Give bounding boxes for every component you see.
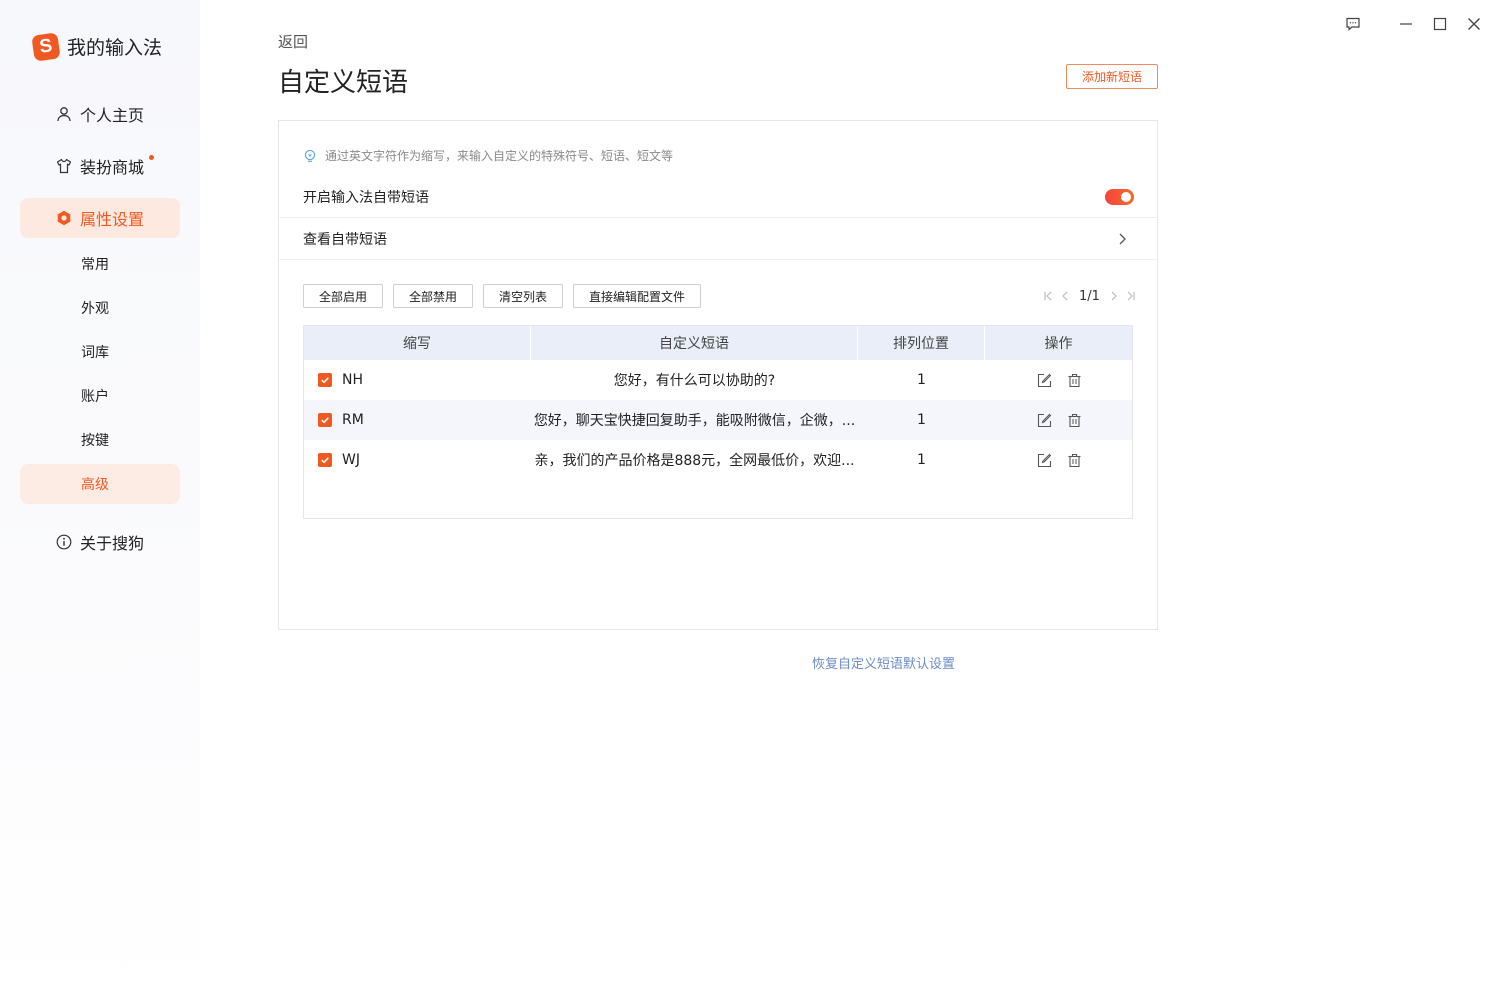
minimize-icon (1400, 23, 1412, 25)
edit-button[interactable] (1035, 451, 1053, 469)
row-position: 1 (917, 412, 926, 428)
edit-button[interactable] (1035, 371, 1053, 389)
row-phrase: 您好，有什么可以协助的? (613, 373, 776, 389)
maximize-button[interactable] (1430, 14, 1450, 34)
sidebar-subitem-appearance[interactable]: 外观 (20, 288, 180, 328)
user-icon (57, 107, 71, 122)
trash-icon (1068, 373, 1080, 387)
delete-button[interactable] (1065, 451, 1083, 469)
row-checkbox[interactable] (318, 413, 332, 427)
row-phrase: 您好，聊天宝快捷回复助手，能吸附微信，企微，... (533, 413, 856, 429)
sidebar-item-settings[interactable]: 属性设置 (20, 198, 180, 238)
sidebar-item-label: 装扮商城 (80, 158, 145, 177)
sidebar-subitem-account[interactable]: 账户 (20, 376, 180, 416)
back-link[interactable]: 返回 (278, 31, 308, 52)
sidebar-item-profile[interactable]: 个人主页 (20, 94, 180, 134)
first-page-icon (1044, 291, 1052, 301)
col-header-phrase: 自定义短语 (531, 326, 858, 360)
edit-icon (1037, 413, 1051, 427)
row-position: 1 (917, 452, 926, 468)
sidebar-item-label: 关于搜狗 (80, 534, 145, 553)
lightbulb-icon (304, 149, 316, 162)
row-abbr: WJ (342, 452, 360, 468)
prev-page-button[interactable] (1057, 288, 1073, 304)
table-row: RM 您好，聊天宝快捷回复助手，能吸附微信，企微，... 1 (304, 400, 1132, 440)
edit-icon (1037, 453, 1051, 467)
sidebar-subitem-keys[interactable]: 按键 (20, 420, 180, 460)
row-abbr: NH (342, 372, 363, 388)
enable-builtin-toggle[interactable] (1105, 189, 1134, 205)
table-header: 缩写 自定义短语 排列位置 操作 (304, 326, 1132, 360)
sidebar-subitem-common[interactable]: 常用 (20, 244, 180, 284)
edit-config-button[interactable]: 直接编辑配置文件 (573, 284, 701, 308)
sogou-logo-icon: S (31, 31, 61, 62)
shirt-icon (56, 158, 72, 174)
edit-icon (1037, 373, 1051, 387)
feedback-icon (1346, 17, 1360, 31)
col-header-abbr: 缩写 (304, 326, 531, 360)
row-abbr: RM (342, 412, 364, 428)
row-position: 1 (917, 372, 926, 388)
maximize-icon (1433, 17, 1447, 31)
notification-dot (149, 155, 154, 160)
page-indicator: 1/1 (1079, 288, 1100, 304)
app-name: 我的输入法 (67, 37, 163, 59)
toggle-knob (1121, 192, 1131, 202)
phrase-table: 缩写 自定义短语 排列位置 操作 NH 您好，有什么可以协助的? 1 RM 您好… (303, 325, 1133, 519)
sidebar-subitem-dictionary[interactable]: 词库 (20, 332, 180, 372)
hint-text: 通过英文字符作为缩写，来输入自定义的特殊符号、短语、短文等 (325, 149, 674, 163)
row-checkbox[interactable] (318, 453, 332, 467)
delete-button[interactable] (1065, 371, 1083, 389)
clear-list-button[interactable]: 清空列表 (483, 284, 563, 308)
hint: 通过英文字符作为缩写，来输入自定义的特殊符号、短语、短文等 (303, 147, 673, 164)
settings-hex-icon (57, 210, 71, 226)
pager: 1/1 (1041, 287, 1138, 305)
table-row: NH 您好，有什么可以协助的? 1 (304, 360, 1132, 400)
close-button[interactable] (1464, 14, 1484, 34)
chevron-left-icon (1062, 291, 1068, 301)
brand: S 我的输入法 (31, 31, 163, 62)
trash-icon (1068, 413, 1080, 427)
enable-all-button[interactable]: 全部启用 (303, 284, 383, 308)
restore-defaults-link[interactable]: 恢复自定义短语默认设置 (812, 653, 955, 672)
enable-builtin-row: 开启输入法自带短语 (279, 176, 1157, 218)
page-title: 自定义短语 (278, 68, 409, 98)
last-page-icon (1127, 291, 1135, 301)
custom-phrase-panel: 通过英文字符作为缩写，来输入自定义的特殊符号、短语、短文等 开启输入法自带短语 … (278, 120, 1158, 630)
feedback-button[interactable] (1343, 14, 1363, 34)
sidebar-item-label: 个人主页 (80, 106, 145, 125)
sidebar-item-about[interactable]: 关于搜狗 (20, 522, 180, 562)
next-page-button[interactable] (1106, 288, 1122, 304)
edit-button[interactable] (1035, 411, 1053, 429)
view-builtin-label: 查看自带短语 (303, 231, 387, 248)
check-icon (321, 417, 329, 424)
last-page-button[interactable] (1122, 288, 1138, 304)
disable-all-button[interactable]: 全部禁用 (393, 284, 473, 308)
row-checkbox[interactable] (318, 373, 332, 387)
col-header-position: 排列位置 (858, 326, 985, 360)
info-icon (56, 534, 72, 550)
close-icon (1468, 18, 1480, 30)
sidebar: S 我的输入法 个人主页 装扮商城 属性设置 常用 外观 词库 账户 按键 高级… (0, 0, 200, 1001)
check-icon (321, 457, 329, 464)
first-page-button[interactable] (1041, 288, 1057, 304)
col-header-actions: 操作 (1044, 336, 1073, 352)
sidebar-item-label: 属性设置 (80, 210, 145, 229)
trash-icon (1068, 453, 1080, 467)
sidebar-subitem-advanced[interactable]: 高级 (20, 464, 180, 504)
sidebar-item-store[interactable]: 装扮商城 (20, 146, 180, 186)
enable-builtin-label: 开启输入法自带短语 (303, 189, 429, 206)
check-icon (321, 377, 329, 384)
delete-button[interactable] (1065, 411, 1083, 429)
chevron-right-icon (1111, 291, 1117, 301)
add-phrase-button[interactable]: 添加新短语 (1066, 64, 1158, 89)
row-phrase: 亲，我们的产品价格是888元，全网最低价，欢迎... (534, 453, 855, 469)
minimize-button[interactable] (1396, 14, 1416, 34)
table-row: WJ 亲，我们的产品价格是888元，全网最低价，欢迎... 1 (304, 440, 1132, 480)
view-builtin-row[interactable]: 查看自带短语 (279, 218, 1157, 260)
chevron-right-icon (1119, 233, 1126, 245)
